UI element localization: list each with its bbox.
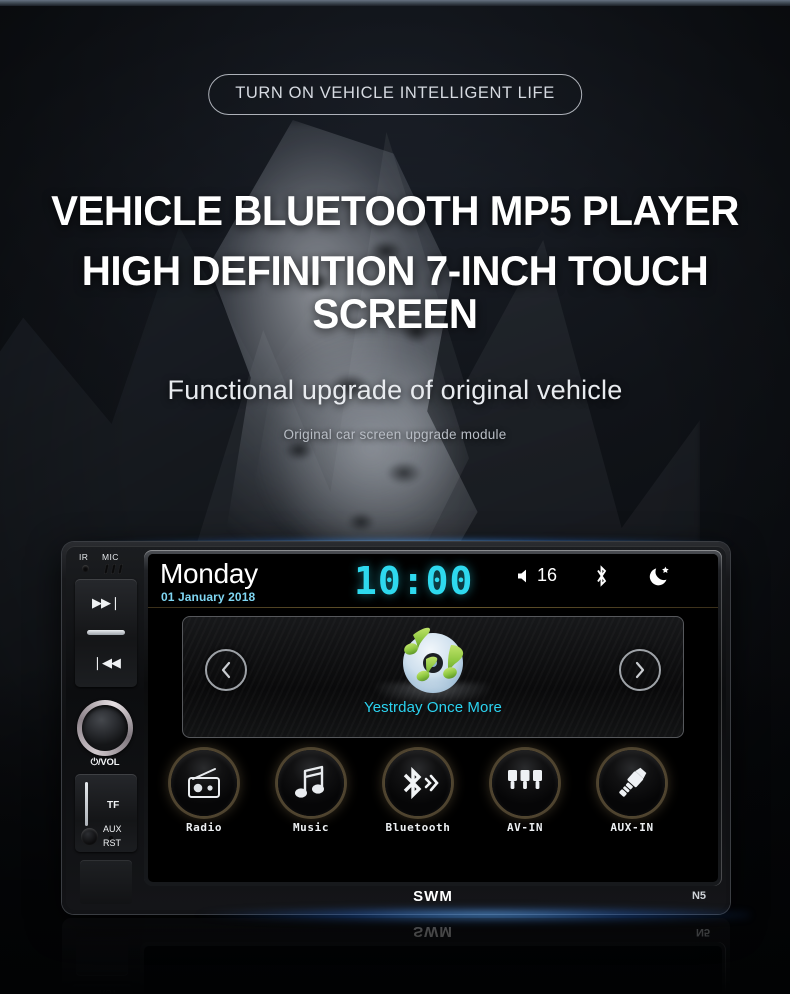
app-radio[interactable]: Radio [166, 750, 242, 834]
lower-panel-block [76, 932, 128, 976]
rst-label: RST [99, 988, 117, 994]
aux-jack-port[interactable] [81, 828, 98, 845]
brand-logo: SWM [413, 923, 453, 940]
app-bluetooth[interactable]: Bluetooth [380, 750, 456, 834]
screen-bezel: Monday 01 January 2018 10:00 16 [140, 942, 726, 994]
port-block: TF AUX RST [75, 774, 137, 852]
app-label: AV-IN [506, 821, 544, 834]
music-note-icon [295, 765, 324, 798]
chevron-right-icon [635, 661, 645, 679]
app-icon-circle [385, 750, 451, 816]
ir-label: IR [79, 552, 89, 562]
rca-plugs-icon [508, 770, 542, 789]
car-stereo-device: IR MIC ▶▶❘ ❘◀◀ ⏻/VOL TF AUX RST Monday 0… [62, 542, 730, 914]
touch-screen[interactable]: Monday 01 January 2018 10:00 16 Yestrday… [148, 554, 718, 882]
port-block: TF AUX RST [71, 984, 133, 994]
brand-logo: SWM [413, 888, 453, 905]
power-volume-label: ⏻/VOL [90, 757, 120, 768]
track-title: Yestrday Once More [364, 699, 502, 716]
app-label: Music [292, 821, 330, 834]
brand-bar: SWM N5 [140, 920, 726, 942]
status-bar: Monday 01 January 2018 10:00 16 [148, 554, 718, 608]
app-av-in[interactable]: AV-IN [487, 750, 563, 834]
chevron-left-icon [221, 661, 231, 679]
app-label: Bluetooth [385, 821, 451, 834]
status-day: Monday [160, 558, 258, 589]
radio-icon [188, 768, 220, 798]
app-music[interactable]: Music [273, 750, 349, 834]
next-track-button[interactable]: ▶▶❘ [75, 583, 137, 623]
screen-bezel: Monday 01 January 2018 10:00 16 [144, 550, 722, 886]
headline-line-2: HIGH DEFINITION 7-INCH TOUCH SCREEN [81, 247, 709, 337]
subheadline-secondary: Original car screen upgrade module [283, 427, 507, 442]
status-bar-divider [148, 607, 718, 608]
bluetooth-status-icon[interactable] [594, 565, 609, 592]
status-clock: 10:00 [354, 559, 474, 603]
tf-label: TF [107, 800, 120, 811]
app-launcher-row: Radio Music [144, 990, 722, 994]
key-divider [87, 630, 125, 635]
volume-knob[interactable]: ⏻/VOL [76, 700, 134, 770]
hardware-button-panel: IR MIC ▶▶❘ ❘◀◀ ⏻/VOL TF [68, 924, 136, 994]
next-track-nav-button[interactable] [619, 649, 661, 691]
microphone-grille-icon [103, 564, 125, 574]
touch-screen: Monday 01 January 2018 10:00 16 [144, 946, 722, 994]
tf-card-slot[interactable] [85, 782, 88, 826]
headline-line-1: VEHICLE BLUETOOTH MP5 PLAYER [51, 187, 739, 234]
device-body: IR MIC ▶▶❘ ❘◀◀ ⏻/VOL TF [66, 546, 726, 910]
model-number: N5 [691, 890, 706, 902]
knob-face [82, 705, 128, 751]
volume-value: 16 [537, 565, 558, 585]
aux-jack-icon [619, 767, 647, 797]
top-edge-strip [0, 0, 790, 6]
device-body: IR MIC ▶▶❘ ❘◀◀ ⏻/VOL TF [62, 918, 730, 994]
app-label: AUX-IN [610, 821, 654, 834]
app-launcher-row: Radio Music [148, 750, 718, 846]
app-label: Radio [185, 821, 223, 834]
speaker-icon [518, 569, 526, 582]
track-key-block: ▶▶❘ ❘◀◀ [75, 579, 137, 687]
volume-indicator[interactable]: 16 [516, 565, 557, 586]
tagline-pill: TURN ON VEHICLE INTELLIGENT LIFE [208, 74, 582, 115]
previous-track-nav-button[interactable] [205, 649, 247, 691]
rst-label: RST [103, 838, 121, 848]
aux-label: AUX [103, 824, 122, 834]
hardware-button-panel: IR MIC ▶▶❘ ❘◀◀ ⏻/VOL TF [72, 552, 140, 904]
promo-banner: TURN ON VEHICLE INTELLIGENT LIFE VEHICLE… [0, 0, 790, 994]
subheadline: Functional upgrade of original vehicle [167, 375, 623, 405]
night-mode-icon[interactable] [648, 564, 672, 593]
lower-panel-block [80, 860, 132, 904]
app-icon-circle [492, 750, 558, 816]
app-aux-in[interactable]: AUX-IN [594, 750, 670, 834]
bluetooth-icon [403, 766, 439, 800]
now-playing-panel: Yestrday Once More [182, 616, 684, 738]
model-number: N5 [695, 926, 710, 938]
previous-track-button[interactable]: ❘◀◀ [75, 643, 137, 683]
app-icon-circle [171, 750, 237, 816]
mic-label: MIC [102, 552, 119, 562]
ir-sensor-icon [82, 565, 89, 572]
app-icon-circle [278, 750, 344, 816]
status-date: 01 January 2018 [161, 590, 256, 604]
app-icon-circle [599, 750, 665, 816]
device-reflection: IR MIC ▶▶❘ ❘◀◀ ⏻/VOL TF [62, 918, 730, 994]
